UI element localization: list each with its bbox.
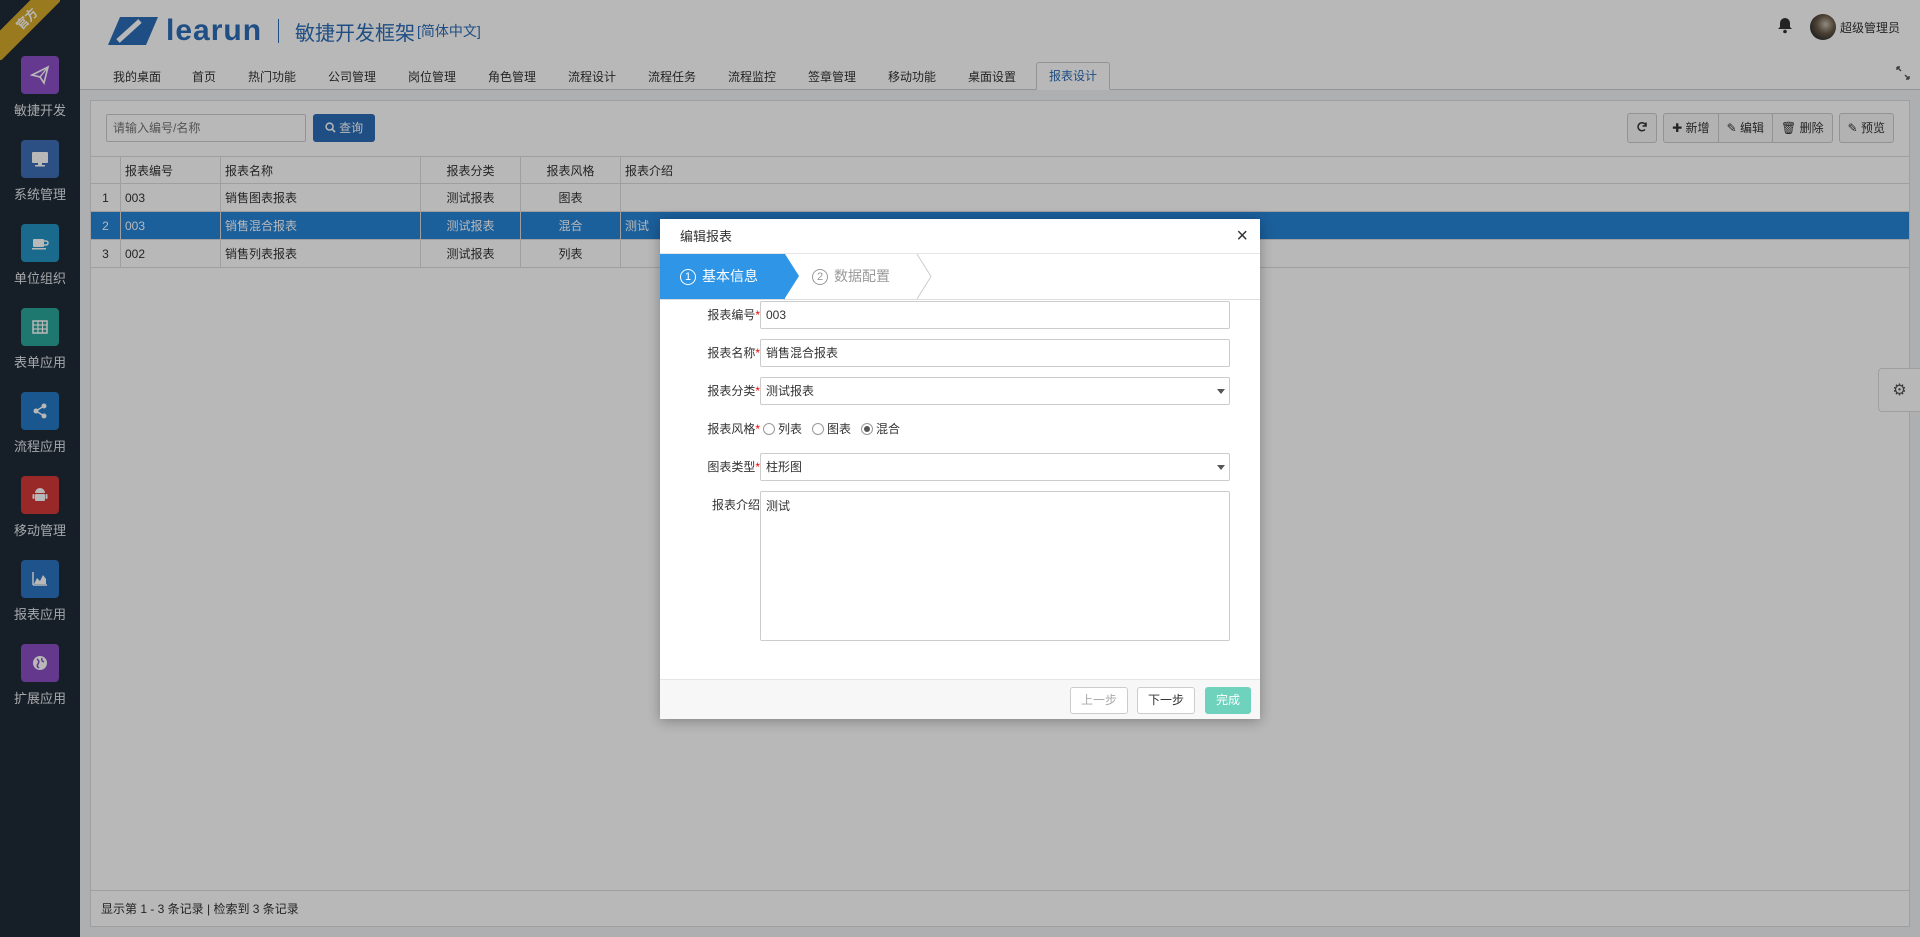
style-label: 报表风格*: [707, 422, 760, 436]
wizard-steps: 1 基本信息 2 数据配置: [660, 254, 1260, 300]
dialog-footer: 上一步 下一步 完成: [660, 679, 1260, 719]
prev-step-button[interactable]: 上一步: [1070, 687, 1129, 714]
category-value: 测试报表: [766, 384, 815, 398]
step-label: 基本信息: [702, 268, 758, 284]
step-basic-info[interactable]: 1 基本信息: [660, 254, 785, 299]
code-label: 报表编号*: [707, 308, 760, 322]
desc-textarea[interactable]: 测试: [760, 491, 1230, 641]
radio-circle-checked: [861, 423, 874, 435]
chart-type-select[interactable]: 柱形图: [760, 453, 1230, 481]
field-row-chart-type: 图表类型* 柱形图: [660, 453, 1260, 481]
step-label: 数据配置: [834, 268, 890, 284]
caret-down-icon: [1217, 389, 1225, 394]
style-radio-group: 列表 图表 混合: [763, 415, 910, 443]
style-radio-list[interactable]: 列表: [763, 415, 802, 443]
radio-circle: [812, 423, 825, 435]
field-row-style: 报表风格* 列表 图表 混合: [660, 415, 1260, 443]
next-step-button[interactable]: 下一步: [1137, 687, 1196, 714]
name-label: 报表名称*: [707, 346, 760, 360]
step-chevron-icon: [916, 254, 932, 299]
step-arrow: [785, 254, 799, 298]
field-row-code: 报表编号* 003: [660, 301, 1260, 329]
field-row-desc: 报表介绍 测试: [660, 491, 1260, 641]
style-radio-mixed[interactable]: 混合: [861, 415, 900, 443]
code-input[interactable]: 003: [760, 301, 1230, 329]
chart-type-value: 柱形图: [766, 460, 803, 474]
name-input[interactable]: 销售混合报表: [760, 339, 1230, 367]
close-icon[interactable]: ×: [1236, 225, 1248, 247]
dialog-header: 编辑报表 ×: [660, 219, 1260, 254]
chart-type-label: 图表类型*: [707, 460, 760, 474]
caret-down-icon: [1217, 465, 1225, 470]
category-label: 报表分类*: [707, 384, 760, 398]
step-data-config[interactable]: 2 数据配置: [812, 254, 890, 299]
dialog-title: 编辑报表: [680, 229, 733, 244]
step-number: 2: [812, 269, 828, 285]
style-radio-chart[interactable]: 图表: [812, 415, 851, 443]
edit-report-dialog: 编辑报表 × 1 基本信息 2 数据配置 报表编号* 003 报表名称* 销售混合报…: [660, 219, 1260, 719]
finish-button[interactable]: 完成: [1205, 687, 1252, 714]
radio-circle: [763, 423, 775, 435]
desc-label: 报表介绍: [711, 498, 760, 512]
field-row-category: 报表分类* 测试报表: [660, 377, 1260, 405]
field-row-name: 报表名称* 销售混合报表: [660, 339, 1260, 367]
step-number: 1: [680, 269, 696, 285]
category-select[interactable]: 测试报表: [760, 377, 1230, 405]
